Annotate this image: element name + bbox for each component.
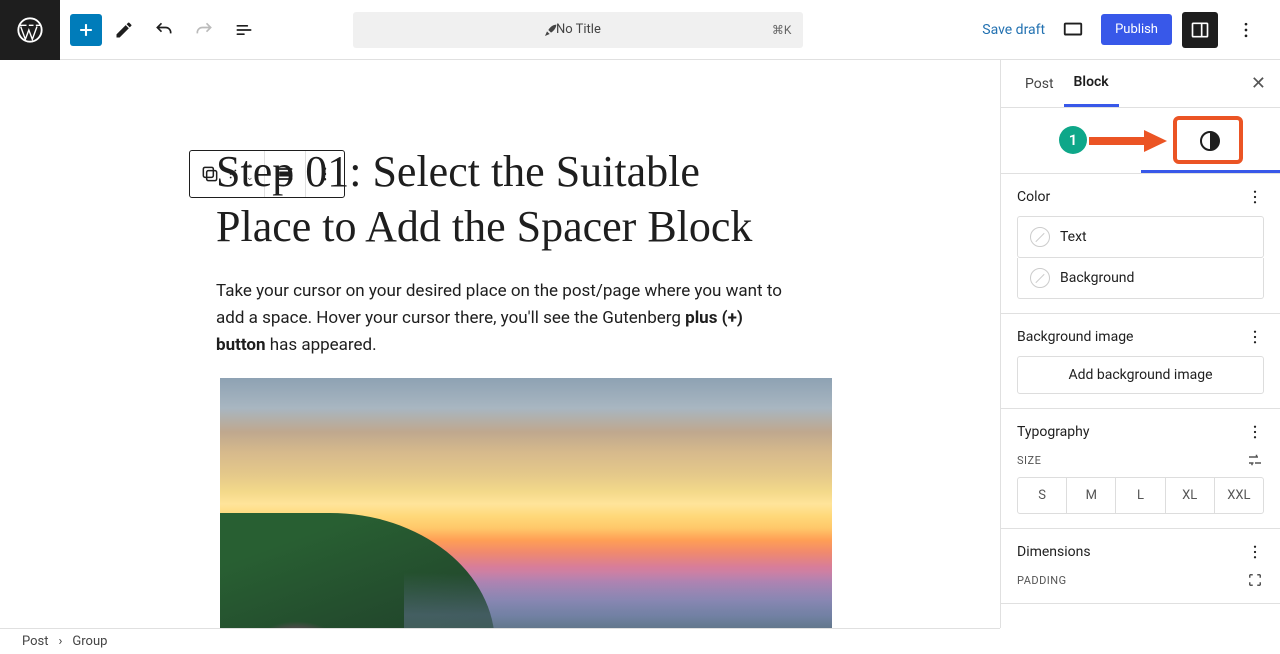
document-title: No Title [556, 22, 601, 37]
annotation-arrow-icon [1089, 128, 1169, 154]
main-area: ⌃⌄ Step 01: Select the Suitable Place to… [0, 60, 1280, 628]
size-options: S M L XL XXL [1017, 477, 1264, 514]
post-image[interactable] [220, 378, 832, 628]
size-label: SIZE [1017, 454, 1041, 467]
chevron-right-icon: › [59, 634, 63, 649]
redo-button[interactable] [186, 12, 222, 48]
sidebar-toggle-button[interactable] [1182, 12, 1218, 48]
swatch-icon [1030, 227, 1050, 247]
command-shortcut: ⌘K [772, 23, 792, 37]
breadcrumb-post[interactable]: Post [22, 634, 49, 649]
swatch-icon [1030, 268, 1050, 288]
post-content: Step 01: Select the Suitable Place to Ad… [96, 144, 904, 628]
add-block-button[interactable] [70, 14, 102, 46]
typography-panel: Typography SIZE S M L XL XXL [1001, 409, 1280, 529]
top-left-tools [60, 12, 272, 48]
background-color-label: Background [1060, 270, 1134, 286]
typography-title: Typography [1017, 424, 1089, 440]
more-vertical-icon[interactable] [1246, 423, 1264, 441]
size-s[interactable]: S [1018, 478, 1067, 513]
sliders-icon[interactable] [1246, 451, 1264, 469]
breadcrumb: Post › Group [0, 628, 1000, 654]
document-title-bar[interactable]: No Title ⌘K [353, 12, 803, 48]
text-color-label: Text [1060, 229, 1087, 245]
dimensions-panel: Dimensions PADDING [1001, 529, 1280, 604]
top-right-tools: Save draft Publish [966, 12, 1280, 48]
add-bg-image-button[interactable]: Add background image [1017, 356, 1264, 394]
more-options-button[interactable] [1228, 12, 1264, 48]
save-draft-button[interactable]: Save draft [982, 22, 1045, 38]
publish-button[interactable]: Publish [1101, 14, 1172, 45]
more-vertical-icon[interactable] [1246, 188, 1264, 206]
tab-block[interactable]: Block [1064, 60, 1119, 107]
wordpress-logo[interactable] [0, 0, 60, 60]
document-overview-button[interactable] [226, 12, 262, 48]
view-button[interactable] [1055, 12, 1091, 48]
undo-button[interactable] [146, 12, 182, 48]
dimensions-title: Dimensions [1017, 544, 1091, 560]
breadcrumb-group[interactable]: Group [72, 634, 107, 649]
editor-canvas[interactable]: ⌃⌄ Step 01: Select the Suitable Place to… [0, 60, 1000, 628]
background-image-panel: Background image Add background image [1001, 314, 1280, 409]
size-xxl[interactable]: XXL [1215, 478, 1263, 513]
settings-sidebar: Post Block ✕ 1 Color [1000, 60, 1280, 628]
tab-post[interactable]: Post [1015, 62, 1064, 106]
sidebar-tabs: Post Block ✕ [1001, 60, 1280, 108]
body-text-suffix: has appeared. [266, 335, 377, 355]
post-heading[interactable]: Step 01: Select the Suitable Place to Ad… [216, 144, 784, 254]
size-l[interactable]: L [1116, 478, 1165, 513]
color-panel-title: Color [1017, 189, 1050, 205]
text-color-row[interactable]: Text [1017, 216, 1264, 258]
background-color-row[interactable]: Background [1017, 258, 1264, 299]
feather-icon [543, 22, 559, 38]
bg-image-title: Background image [1017, 329, 1133, 345]
unlink-sides-icon[interactable] [1246, 571, 1264, 589]
more-vertical-icon[interactable] [1246, 328, 1264, 346]
block-style-tabs: 1 [1001, 108, 1280, 174]
padding-label: PADDING [1017, 574, 1067, 587]
size-xl[interactable]: XL [1166, 478, 1215, 513]
top-toolbar: No Title ⌘K Save draft Publish [0, 0, 1280, 60]
close-sidebar-button[interactable]: ✕ [1251, 73, 1266, 94]
post-paragraph[interactable]: Take your cursor on your desired place o… [216, 278, 784, 360]
annotation-badge: 1 [1059, 126, 1087, 154]
annotation-highlight [1173, 116, 1243, 164]
more-vertical-icon[interactable] [1246, 543, 1264, 561]
size-m[interactable]: M [1067, 478, 1116, 513]
edit-tool-button[interactable] [106, 12, 142, 48]
color-panel: Color Text Background [1001, 174, 1280, 314]
